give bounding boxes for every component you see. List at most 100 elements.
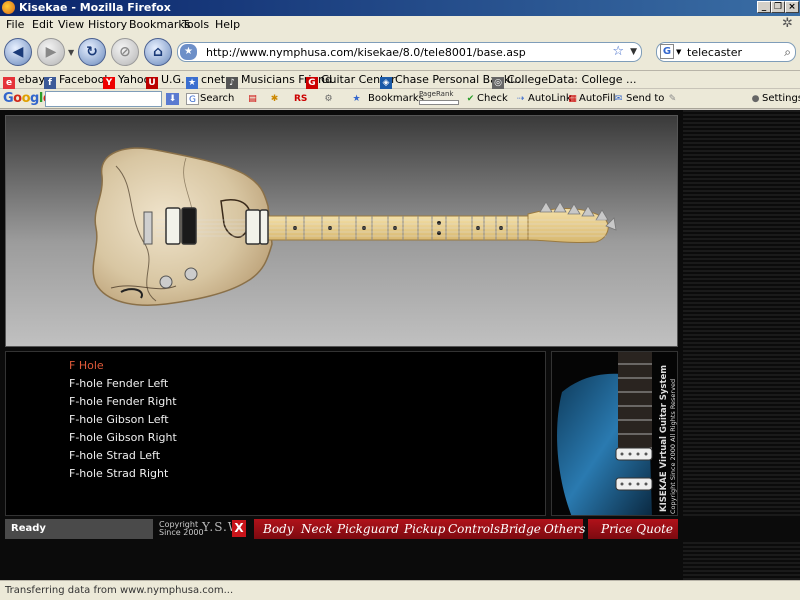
option-f-hole[interactable]: F Hole xyxy=(69,359,104,372)
google-logo[interactable]: Google xyxy=(3,91,52,106)
maximize-button[interactable]: ❐ xyxy=(771,1,785,13)
option-f-hole-gibson-right[interactable]: F-hole Gibson Right xyxy=(69,431,177,444)
kisekae-banner: KISEKAE Virtual Guitar System Copyright … xyxy=(551,351,678,516)
history-dropdown-icon[interactable]: ▼ xyxy=(68,48,74,57)
highlighter-icon[interactable]: ✎ xyxy=(666,93,679,105)
google-engine-icon[interactable]: G xyxy=(660,44,674,59)
bookmark-yahoo[interactable]: Y Yahoo xyxy=(103,73,150,89)
menu-others[interactable]: Others xyxy=(544,522,585,536)
option-f-hole-fender-right[interactable]: F-hole Fender Right xyxy=(69,395,177,408)
menu-help[interactable]: Help xyxy=(215,18,240,31)
engine-dropdown-icon[interactable]: ▼ xyxy=(676,48,681,56)
url-dropdown-icon[interactable]: ▼ xyxy=(630,47,637,57)
popup-blocker-icon[interactable]: ✱ xyxy=(268,93,281,105)
back-button[interactable]: ◀ xyxy=(4,38,32,66)
part-menu: Body Neck Pickguard Pickup Controls Brid… xyxy=(254,519,585,539)
forward-button[interactable]: ▶ xyxy=(37,38,65,66)
url-bar[interactable]: ★ http://www.nymphusa.com/kisekae/8.0/te… xyxy=(177,42,642,62)
menu-pickup[interactable]: Pickup xyxy=(404,522,445,536)
google-g-icon[interactable]: G xyxy=(186,93,199,105)
menu-view[interactable]: View xyxy=(58,18,84,31)
kisekae-footer: Ready Copyright Since 2000 Y.S.W X Body … xyxy=(0,518,800,540)
close-button[interactable]: × xyxy=(785,1,799,13)
bridge xyxy=(143,211,153,245)
sendto-button[interactable]: Send to xyxy=(626,93,664,104)
volume-knob xyxy=(184,267,198,281)
home-button[interactable]: ⌂ xyxy=(144,38,172,66)
bookmark-star-icon[interactable]: ☆ xyxy=(612,44,624,59)
bookmarks-star-icon: ★ xyxy=(352,94,361,104)
menu-body[interactable]: Body xyxy=(263,522,294,536)
settings-button[interactable]: Settings xyxy=(762,93,800,104)
x-logo: X xyxy=(232,520,246,537)
page-content: F Hole F-hole Fender Left F-hole Fender … xyxy=(0,110,800,580)
menu-file[interactable]: File xyxy=(6,18,24,31)
bridge-humbucker xyxy=(165,207,181,245)
banner-title: KISEKAE Virtual Guitar System xyxy=(659,364,669,512)
yahoo-icon: Y xyxy=(103,77,115,89)
rs-icon[interactable]: RS xyxy=(294,93,307,105)
google-search-input[interactable] xyxy=(45,91,162,107)
tone-knob xyxy=(159,275,173,289)
reload-button[interactable]: ↻ xyxy=(78,38,106,66)
site-identity-icon[interactable]: ★ xyxy=(180,44,197,60)
search-icon[interactable]: ⌕ xyxy=(784,45,791,60)
cnet-icon: ★ xyxy=(186,77,198,89)
bookmark-collegedata[interactable]: ◎ CollegeData: College ... xyxy=(492,73,637,89)
autofill-icon: ▦ xyxy=(568,94,577,104)
option-f-hole-strad-right[interactable]: F-hole Strad Right xyxy=(69,467,168,480)
facebook-icon: f xyxy=(44,77,56,89)
option-f-hole-strad-left[interactable]: F-hole Strad Left xyxy=(69,449,160,462)
autolink-icon: ⇢ xyxy=(516,94,525,104)
check-button[interactable]: Check xyxy=(477,93,508,104)
navigation-toolbar: ◀ ▶ ▼ ↻ ⊘ ⌂ ★ http://www.nymphusa.com/ki… xyxy=(0,33,800,71)
banner-copyright: Copyright Since 2000 All Rights Reserved xyxy=(669,378,677,514)
settings-icon: ● xyxy=(751,94,760,104)
stop-button[interactable]: ⊘ xyxy=(111,38,139,66)
guitar-center-icon: G xyxy=(306,77,318,89)
sendto-icon: ✉ xyxy=(614,94,623,104)
menubar: File Edit View History Bookmarks Tools H… xyxy=(0,16,800,33)
bookmarks-toolbar: e ebay f Facebook Y Yahoo U U.G. ★ cnet ♪ Musi… xyxy=(0,71,800,89)
option-list: F Hole F-hole Fender Left F-hole Fender … xyxy=(5,351,546,516)
pagerank-label: PageRank xyxy=(419,90,454,98)
collegedata-icon: ◎ xyxy=(492,77,504,89)
price-quote-box[interactable]: Price Quote xyxy=(588,519,678,539)
ug-icon: U xyxy=(146,77,158,89)
menu-neck[interactable]: Neck xyxy=(301,522,333,536)
window-title: Kisekae - Mozilla Firefox xyxy=(19,1,171,14)
google-bookmarks-button[interactable]: Bookmarks xyxy=(368,93,424,104)
menu-edit[interactable]: Edit xyxy=(32,18,53,31)
striped-sidebar xyxy=(683,110,800,580)
google-search-button[interactable]: Search xyxy=(200,93,234,104)
option-f-hole-gibson-left[interactable]: F-hole Gibson Left xyxy=(69,413,169,426)
google-toolbar: Google ⬇ G Search ▤ ✱ RS ⚙ ★ Bookmarks P… xyxy=(0,89,800,109)
bookmark-facebook[interactable]: f Facebook xyxy=(44,73,111,89)
window-titlebar: Kisekae - Mozilla Firefox _ ❐ × xyxy=(0,0,800,16)
minimize-button[interactable]: _ xyxy=(757,1,771,13)
spellcheck-icon: ✔ xyxy=(466,94,475,104)
menu-controls[interactable]: Controls xyxy=(448,522,500,536)
bookmark-cnet[interactable]: ★ cnet xyxy=(186,73,225,89)
search-input[interactable]: telecaster xyxy=(687,46,742,59)
news-icon[interactable]: ▤ xyxy=(246,93,259,105)
search-box[interactable]: G ▼ telecaster ⌕ xyxy=(656,42,796,62)
autofill-button[interactable]: AutoFill xyxy=(579,93,616,104)
musicians-friend-icon: ♪ xyxy=(226,77,238,89)
menu-bridge[interactable]: Bridge xyxy=(500,522,541,536)
bookmark-ebay[interactable]: e ebay xyxy=(3,73,45,89)
menu-tools[interactable]: Tools xyxy=(182,18,209,31)
firefox-icon xyxy=(2,1,15,14)
translate-icon[interactable]: ⚙ xyxy=(322,93,335,105)
menu-history[interactable]: History xyxy=(88,18,127,31)
option-f-hole-fender-left[interactable]: F-hole Fender Left xyxy=(69,377,168,390)
google-search-go-icon[interactable]: ⬇ xyxy=(166,93,179,105)
url-text[interactable]: http://www.nymphusa.com/kisekae/8.0/tele… xyxy=(206,46,526,59)
menu-pickguard[interactable]: Pickguard xyxy=(337,522,399,536)
throbber-icon: ✲ xyxy=(782,16,793,31)
browser-statusbar: Transferring data from www.nymphusa.com.… xyxy=(0,580,800,600)
guitar-preview xyxy=(5,115,678,347)
status-ready: Ready xyxy=(5,519,153,539)
price-quote-button[interactable]: Price Quote xyxy=(601,522,673,536)
bookmark-ug[interactable]: U U.G. xyxy=(146,73,185,89)
